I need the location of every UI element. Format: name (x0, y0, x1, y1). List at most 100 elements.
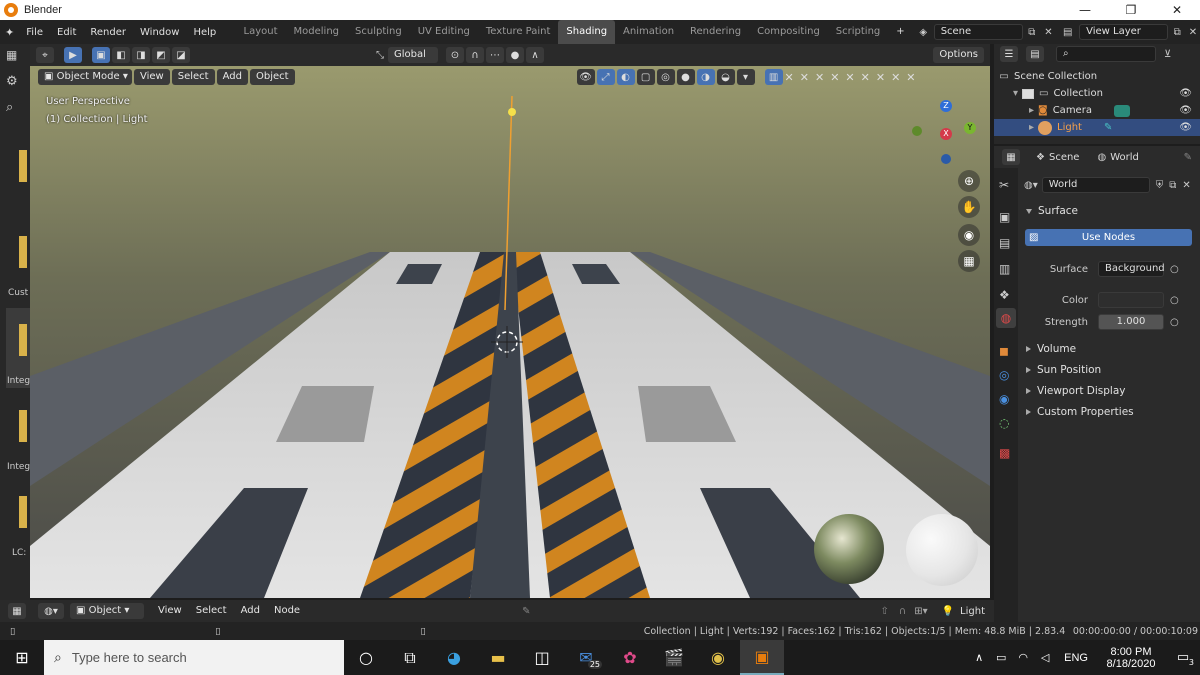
new-scene-icon[interactable]: ⧉ (1023, 27, 1041, 38)
taskbar-search-box[interactable]: ⌕ Type here to search (44, 640, 344, 675)
texture-tab-icon[interactable]: ▩ (999, 446, 1010, 460)
pin-icon[interactable]: ✎ (1184, 152, 1192, 163)
tab-shading[interactable]: Shading (558, 20, 616, 44)
blender-menu-icon[interactable]: ✦ (0, 24, 19, 40)
language-indicator[interactable]: ENG (1064, 652, 1088, 664)
fake-user-icon[interactable]: ⛨ (1156, 180, 1164, 191)
edge-icon[interactable]: ◕ (432, 640, 476, 675)
select-invert-icon[interactable]: ◩ (152, 47, 170, 63)
surface-section-header[interactable]: Surface (1022, 201, 1194, 221)
delete-scene-icon[interactable]: ✕ (1041, 27, 1057, 38)
navigation-gizmo[interactable]: Z X Y (910, 98, 980, 168)
expand-chevron-icon[interactable]: ▾ (994, 88, 1022, 99)
tab-modeling[interactable]: Modeling (286, 20, 348, 44)
custom-properties-section-header[interactable]: Custom Properties (1022, 402, 1194, 422)
cortana-icon[interactable]: ○ (344, 640, 388, 675)
zoom-icon[interactable]: ⊕ (958, 170, 980, 192)
close-button[interactable]: ✕ (1154, 0, 1200, 20)
socket-icon[interactable]: ○ (1170, 264, 1179, 275)
shader-type-icon[interactable]: ◍▾ (38, 603, 64, 619)
add-workspace-button[interactable]: + (888, 20, 912, 44)
pan-hand-icon[interactable]: ✋ (958, 196, 980, 218)
video-editor-icon[interactable]: 🎬 (652, 640, 696, 675)
restrict-toggle-icon[interactable]: ▥ (764, 69, 783, 85)
options-dropdown[interactable]: Options (933, 47, 984, 63)
breadcrumb-scene[interactable]: Scene (1049, 152, 1080, 163)
ortho-grid-icon[interactable]: ▦ (958, 250, 980, 272)
world-name-field[interactable]: World (1041, 177, 1150, 193)
material-shading-icon[interactable]: ◑ (696, 69, 715, 85)
world-icon[interactable]: ◍▾ (1024, 180, 1038, 191)
menu-edit[interactable]: Edit (50, 27, 83, 38)
object-tab-icon[interactable]: ◼ (999, 344, 1009, 358)
object-mode-dropdown[interactable]: ▣ Object Mode ▾ (38, 69, 132, 85)
expand-chevron-icon[interactable]: ▸ (994, 122, 1038, 133)
node-menu-select[interactable]: Select (190, 603, 233, 619)
editor-type-icon[interactable]: ▦ (8, 603, 26, 619)
minimize-button[interactable]: — (1062, 0, 1108, 20)
view-layer-tab-icon[interactable]: ▥ (999, 262, 1010, 276)
menu-select[interactable]: Select (171, 69, 215, 85)
render-tab-icon[interactable]: ▣ (999, 210, 1010, 224)
properties-type-icon[interactable]: ▦ (1002, 149, 1020, 165)
eye-icon[interactable]: 👁 (1179, 122, 1192, 133)
modifier-tab-icon[interactable]: ◎ (999, 368, 1009, 382)
select-subtract-icon[interactable]: ◨ (132, 47, 150, 63)
tray-overflow-icon[interactable]: ∧ (968, 640, 990, 675)
blender-taskbar-icon[interactable]: ▣ (740, 640, 784, 675)
breadcrumb-world[interactable]: World (1110, 152, 1139, 163)
checkbox-icon[interactable] (1022, 88, 1034, 99)
tab-texture-paint[interactable]: Texture Paint (478, 20, 559, 44)
outliner-row-camera[interactable]: ▸ ◙ Camera 👁 (994, 102, 1200, 119)
transform-lock-icons[interactable]: ✕✕✕✕✕✕✕✕✕ (785, 71, 922, 84)
wireframe-shading-icon[interactable]: ◎ (656, 69, 675, 85)
view-layer-field[interactable]: View Layer (1079, 24, 1169, 40)
gizmo-neg-y[interactable] (912, 126, 922, 136)
gizmo-y-axis[interactable]: Y (964, 122, 976, 134)
shading-options-icon[interactable]: ▾ (736, 69, 755, 85)
expand-chevron-icon[interactable]: ▸ (994, 105, 1038, 116)
outliner-row-collection[interactable]: ▾ ▭ Collection 👁 (994, 85, 1200, 102)
snap-icon[interactable]: ∩ (899, 606, 906, 617)
proportional-edit-icon[interactable]: ● (506, 47, 524, 63)
volume-icon[interactable]: ◁ (1034, 640, 1056, 675)
menu-view[interactable]: View (134, 69, 170, 85)
filter-icon[interactable]: ⊻ (1164, 49, 1171, 60)
editor-type-icon[interactable]: ▦ (6, 48, 24, 66)
node-menu-node[interactable]: Node (268, 603, 306, 619)
select-intersect-icon[interactable]: ◪ (172, 47, 190, 63)
menu-object[interactable]: Object (249, 69, 295, 85)
unlink-icon[interactable]: ✕ (1182, 180, 1190, 191)
tab-layout[interactable]: Layout (236, 20, 286, 44)
mail-icon[interactable]: ✉ 25 (564, 640, 608, 675)
gizmo-x-axis[interactable]: X (940, 128, 952, 140)
sun-position-section-header[interactable]: Sun Position (1022, 360, 1194, 380)
parent-node-icon[interactable]: ⇧ (880, 606, 888, 617)
node-menu-add[interactable]: Add (235, 603, 266, 619)
select-extend-icon[interactable]: ◧ (112, 47, 130, 63)
scene-tab-icon[interactable]: ❖ (999, 288, 1010, 302)
tab-animation[interactable]: Animation (615, 20, 682, 44)
store-icon[interactable]: ◫ (520, 640, 564, 675)
world-tab-icon[interactable]: ◍ (996, 308, 1016, 328)
strength-field[interactable]: 1.000 (1098, 314, 1164, 330)
falloff-icon[interactable]: ∧ (526, 47, 544, 63)
tab-scripting[interactable]: Scripting (828, 20, 888, 44)
menu-help[interactable]: Help (186, 27, 223, 38)
outliner-search-input[interactable]: ⌕ (1056, 46, 1156, 62)
color-swatch[interactable] (1098, 292, 1164, 308)
solid-shading-icon[interactable]: ● (676, 69, 695, 85)
network-icon[interactable]: ◠ (1012, 640, 1034, 675)
outliner-root[interactable]: ▭ Scene Collection (994, 68, 1200, 85)
new-view-layer-icon[interactable]: ⧉ (1168, 27, 1186, 38)
file-explorer-icon[interactable]: ▬ (476, 640, 520, 675)
socket-icon[interactable]: ○ (1170, 317, 1179, 328)
visibility-icon[interactable]: 👁 (576, 69, 595, 85)
tab-rendering[interactable]: Rendering (682, 20, 749, 44)
transform-orientation-dropdown[interactable]: Global (388, 47, 438, 63)
node-tree-icon[interactable]: ⚙ (6, 74, 24, 92)
editor-type-icon[interactable]: ⌖ (36, 47, 54, 63)
delete-view-layer-icon[interactable]: ✕ (1186, 27, 1200, 38)
display-mode-icon[interactable]: ▤ (1026, 46, 1044, 62)
scene-field[interactable]: Scene (933, 24, 1024, 40)
